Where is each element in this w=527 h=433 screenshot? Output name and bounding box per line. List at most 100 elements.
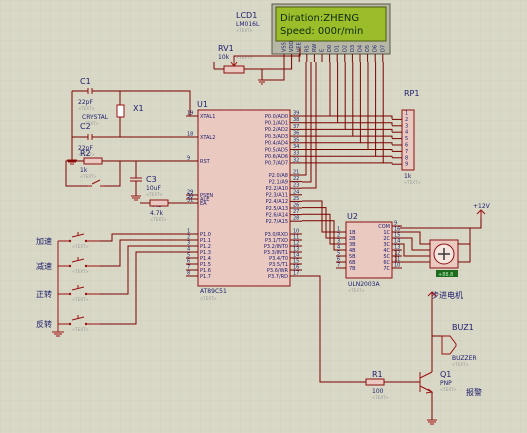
motor-speed-readout: +88.8: [438, 272, 453, 278]
lcd-pin-label: D3: [350, 45, 356, 52]
button-text-tag: <TEXT>: [72, 297, 89, 302]
r3-value-label: 4.7k: [150, 210, 164, 217]
rp1-ref-label: RP1: [404, 89, 419, 98]
x1-symbol: [116, 104, 125, 118]
u1-right-pin-number: 25: [293, 196, 299, 202]
power-label: +12V: [473, 203, 491, 210]
rv1-body: [223, 65, 245, 74]
u1-right-pin-number: 32: [293, 157, 299, 163]
button-contact: [84, 264, 88, 268]
u1-right-pin-name: P2.7/A15: [266, 219, 288, 225]
u1-left-pin-name: RST: [200, 159, 211, 165]
u1-right-pin-number: 27: [293, 209, 299, 215]
rp1-pin-number: 5: [405, 136, 408, 142]
r1-body: [365, 378, 385, 386]
rp1-pin-number: 4: [405, 130, 408, 136]
u2-model-label: ULN2003A: [348, 281, 380, 288]
lcd-pin-label: D1: [335, 45, 341, 52]
x1-ref-label: X1: [133, 104, 144, 113]
mcu-at89c51[interactable]: U1 19XTAL118XTAL29RST29PSEN30ALE31EA1P1.…: [186, 100, 302, 301]
button-contact: [68, 239, 72, 243]
button-contact: [84, 322, 88, 326]
c3-text-tag: <TEXT>: [146, 192, 163, 197]
r1-text-tag: <TEXT>: [372, 395, 389, 400]
button-contact: [68, 264, 72, 268]
rp1-text-tag: <TEXT>: [404, 180, 421, 185]
r2-text-tag: <TEXT>: [80, 174, 97, 179]
u1-right-pin-number: 24: [293, 189, 299, 195]
u1-right-pin-name: P0.6/AD6: [265, 154, 288, 160]
c1-ref-label: C1: [80, 77, 91, 86]
u1-right-pin-name: P2.2/A10: [266, 186, 288, 192]
u1-right-pin-name: P0.1/AD1: [265, 121, 288, 127]
buz1-text-tag: <TEXT>: [452, 362, 469, 367]
button-contact: [68, 322, 72, 326]
button-contact: [68, 292, 72, 296]
u2-ref-label: U2: [347, 212, 358, 221]
u1-right-pin-name: P0.2/AD2: [265, 127, 288, 133]
lcd-line-2: Speed: 000r/min: [280, 26, 363, 37]
rp1-pin-number: 7: [405, 149, 408, 155]
lcd-pin-label: D4: [358, 45, 364, 52]
u1-left-pin-name: XTAL1: [200, 114, 215, 120]
u1-right-pin-name: P0.5/AD5: [265, 147, 288, 153]
u1-right-pin-name: P2.0/A8: [269, 173, 288, 179]
u1-left-pin-name: P1.7: [200, 274, 211, 280]
u1-right-pin-name: P2.5/A13: [266, 206, 288, 212]
u1-left-pin-name: XTAL2: [200, 135, 215, 141]
c1-text-tag: <TEXT>: [78, 106, 95, 111]
u1-text-tag: <TEXT>: [200, 296, 217, 301]
lcd-pin-label: RW: [312, 44, 318, 52]
u1-right-pin-number: 35: [293, 137, 299, 143]
buzzer-label: 报警: [466, 387, 482, 397]
u1-ref-label: U1: [197, 100, 208, 109]
button-text-tag: <TEXT>: [72, 269, 89, 274]
lcd-text-tag: <TEXT>: [236, 28, 253, 33]
button-contact: [84, 292, 88, 296]
lcd-pin-label: E: [320, 49, 326, 52]
u1-left-pin-name: EA: [200, 201, 207, 207]
rp1-pin-number: 9: [405, 162, 408, 168]
c3-value-label: 10uF: [146, 185, 161, 192]
rp1-value-label: 1k: [404, 173, 412, 180]
lcd-line-1: Diration:ZHENG: [280, 13, 359, 24]
u1-left-pin-number: 8: [187, 271, 190, 277]
r3-body: [149, 199, 169, 207]
u1-right-pin-name: P2.4/A12: [266, 199, 288, 205]
button-text-tag: <TEXT>: [72, 244, 89, 249]
schematic-canvas[interactable]: LCD1 LM016L <TEXT> Diration:ZHENG Speed:…: [0, 0, 527, 433]
u1-right-pin-name: P0.0/AD0: [265, 114, 288, 120]
lcd-pin-label: D0: [327, 45, 333, 52]
u1-right-pin-number: 34: [293, 144, 299, 150]
u1-right-pin-name: P3.7/RD: [268, 274, 288, 280]
button-text-tag: <TEXT>: [72, 327, 89, 332]
lcd-pin-label: VDD: [289, 41, 295, 52]
u1-right-pin-name: P2.6/A14: [266, 212, 288, 218]
u1-right-pin-number: 33: [293, 151, 299, 157]
buz1-model-label: BUZZER: [452, 355, 477, 362]
u1-right-pin-number: 23: [293, 183, 299, 189]
button-label: 反转: [36, 319, 52, 329]
u1-right-pin-name: P0.7/AD7: [265, 161, 288, 167]
button-label: 减速: [36, 261, 52, 271]
lcd-pin-label: VSS: [282, 42, 288, 52]
rp1-pin-number: 8: [405, 155, 408, 161]
q1-ref-label: Q1: [440, 370, 451, 379]
rp1-pin-number: 3: [405, 123, 408, 129]
rp1-pin-number: 1: [405, 111, 408, 117]
u2-right-pin-number: 10: [394, 263, 400, 269]
u1-right-pin-number: 39: [293, 111, 299, 117]
rv1-ref-label: RV1: [218, 44, 234, 53]
r2-value-label: 1k: [80, 167, 88, 174]
u1-right-pin-number: 37: [293, 124, 299, 130]
lcd-ref-label: LCD1: [236, 11, 257, 20]
u1-model-label: AT89C51: [200, 288, 227, 295]
u1-right-pin-name: P0.4/AD4: [265, 141, 288, 147]
motor-label: 步进电机: [431, 290, 463, 300]
u1-right-pin-name: P2.1/A9: [269, 179, 288, 185]
u1-right-pins: 39 P0.0/AD0 38 P0.1/AD1 37 P0.2/AD2 36 P0.3/AD3…: [264, 111, 302, 280]
u1-right-pin-number: 28: [293, 216, 299, 222]
lcd-pin-label: D7: [380, 45, 386, 52]
u2-right-pin-name: 7C: [383, 266, 390, 272]
q1-model-label: PNP: [440, 380, 452, 387]
